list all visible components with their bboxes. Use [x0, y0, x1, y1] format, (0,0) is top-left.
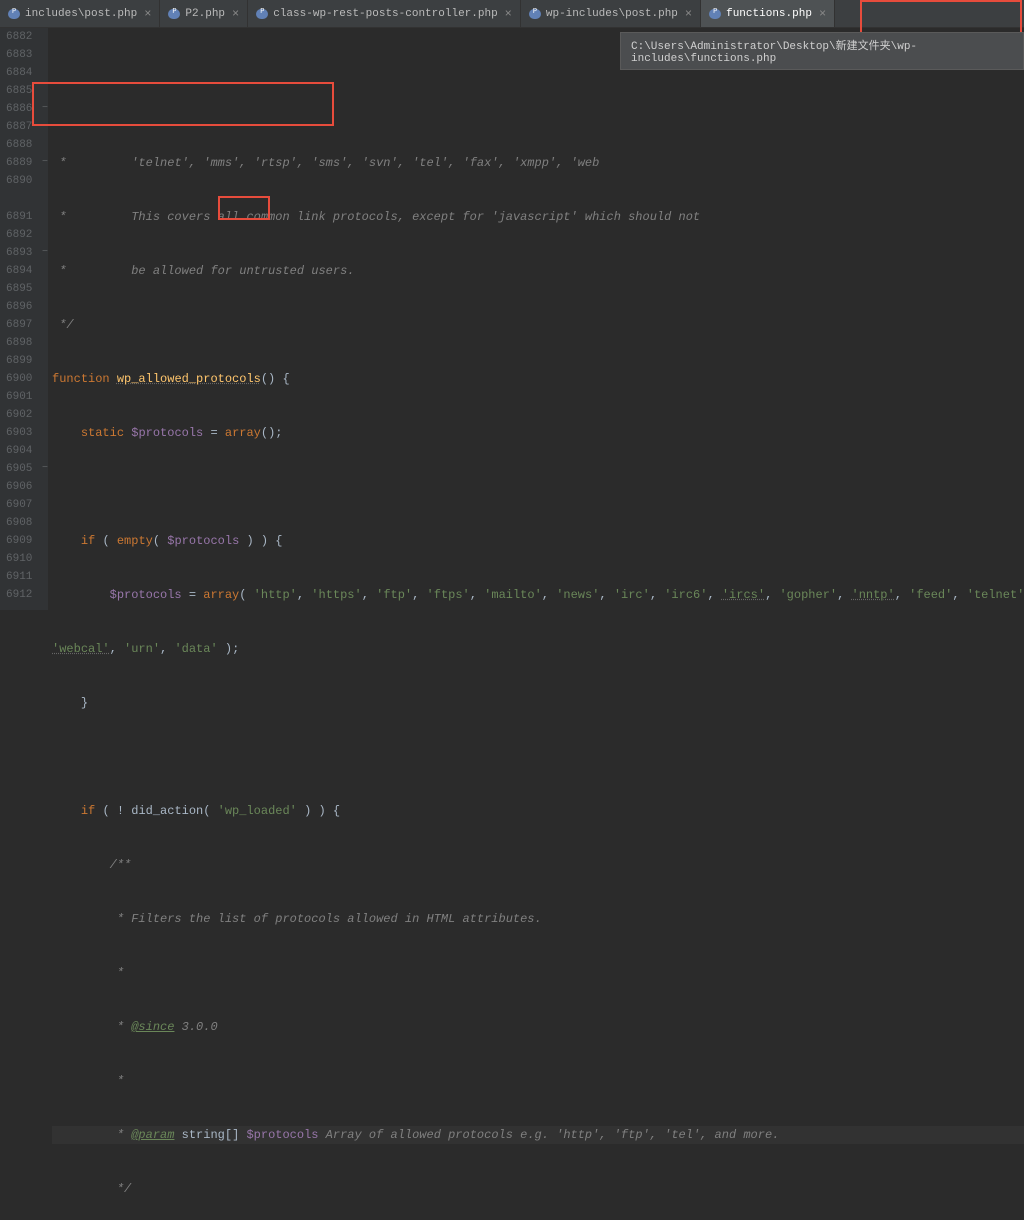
line-number: 6886: [6, 100, 32, 118]
line-number: 6909: [6, 532, 32, 550]
file-path-tooltip: C:\Users\Administrator\Desktop\新建文件夹\wp-…: [620, 32, 1024, 70]
line-number: 6904: [6, 442, 32, 460]
code-line: * This covers all common link protocols,…: [52, 208, 1024, 226]
tab-p2[interactable]: P2.php ×: [160, 0, 248, 27]
close-icon[interactable]: ×: [819, 7, 826, 21]
code-line: [52, 748, 1024, 766]
line-number: 6895: [6, 280, 32, 298]
code-line: if ( empty( $protocols ) ) {: [52, 532, 1024, 550]
close-icon[interactable]: ×: [232, 7, 239, 21]
code-line: *: [52, 964, 1024, 982]
line-number: 6890: [6, 172, 32, 190]
line-number: 6887: [6, 118, 32, 136]
line-number: 6910: [6, 550, 32, 568]
code-line: * @since 3.0.0: [52, 1018, 1024, 1036]
line-number: 6888: [6, 136, 32, 154]
line-number: 6911: [6, 568, 32, 586]
close-icon[interactable]: ×: [505, 7, 512, 21]
code-line: * 'telnet', 'mms', 'rtsp', 'sms', 'svn',…: [52, 154, 1024, 172]
code-line: /**: [52, 856, 1024, 874]
line-number: 6912: [6, 586, 32, 604]
php-file-icon: [256, 8, 268, 20]
code-line: static $protocols = array();: [52, 424, 1024, 442]
line-number: 6900: [6, 370, 32, 388]
line-number: 6883: [6, 46, 32, 64]
code-line: * be allowed for untrusted users.: [52, 262, 1024, 280]
tab-label: P2.php: [185, 8, 225, 20]
tab-includes-post[interactable]: includes\post.php ×: [0, 0, 160, 27]
close-icon[interactable]: ×: [144, 7, 151, 21]
line-number: 6905: [6, 460, 32, 478]
line-number: 6906: [6, 478, 32, 496]
editor-tabs: includes\post.php × P2.php × class-wp-re…: [0, 0, 1024, 28]
code-line: * Filters the list of protocols allowed …: [52, 910, 1024, 928]
code-line: * @param string[] $protocols Array of al…: [52, 1126, 1024, 1144]
code-line: *: [52, 1072, 1024, 1090]
line-number: [6, 190, 32, 208]
line-number: 6897: [6, 316, 32, 334]
line-number: 6893: [6, 244, 32, 262]
line-number: 6898: [6, 334, 32, 352]
code-line: function wp_allowed_protocols() {: [52, 370, 1024, 388]
php-file-icon: [529, 8, 541, 20]
line-number: 6907: [6, 496, 32, 514]
tab-label: wp-includes\post.php: [546, 8, 678, 20]
tab-wp-post[interactable]: wp-includes\post.php ×: [521, 0, 701, 27]
code-line: */: [52, 1180, 1024, 1198]
tab-label: functions.php: [726, 8, 812, 20]
line-number: 6902: [6, 406, 32, 424]
line-number: 6884: [6, 64, 32, 82]
line-number: 6896: [6, 298, 32, 316]
code-line: $protocols = array( 'http', 'https', 'ft…: [52, 586, 1024, 604]
tab-label: class-wp-rest-posts-controller.php: [273, 8, 497, 20]
line-number: 6903: [6, 424, 32, 442]
code-line: 'webcal', 'urn', 'data' );: [52, 640, 1024, 658]
code-line: */: [52, 316, 1024, 334]
code-editor[interactable]: 688268836884688568866887688868896890 6891…: [0, 28, 1024, 610]
line-number: 6882: [6, 28, 32, 46]
line-number: 6885: [6, 82, 32, 100]
highlight-box-function: [32, 82, 334, 126]
code-line: }: [52, 694, 1024, 712]
line-number: 6891: [6, 208, 32, 226]
line-number: 6908: [6, 514, 32, 532]
line-number: 6889: [6, 154, 32, 172]
line-number: 6899: [6, 352, 32, 370]
close-icon[interactable]: ×: [685, 7, 692, 21]
code-area[interactable]: * 'telnet', 'mms', 'rtsp', 'sms', 'svn',…: [48, 28, 1024, 610]
tab-controller[interactable]: class-wp-rest-posts-controller.php ×: [248, 0, 521, 27]
php-file-icon: [8, 8, 20, 20]
line-number: 6892: [6, 226, 32, 244]
line-number: 6894: [6, 262, 32, 280]
code-line: [52, 478, 1024, 496]
tab-functions[interactable]: functions.php ×: [701, 0, 835, 27]
php-file-icon: [709, 8, 721, 20]
line-number-gutter: 688268836884688568866887688868896890 6891…: [0, 28, 42, 610]
tab-label: includes\post.php: [25, 8, 137, 20]
code-line: if ( ! did_action( 'wp_loaded' ) ) {: [52, 802, 1024, 820]
php-file-icon: [168, 8, 180, 20]
line-number: 6901: [6, 388, 32, 406]
